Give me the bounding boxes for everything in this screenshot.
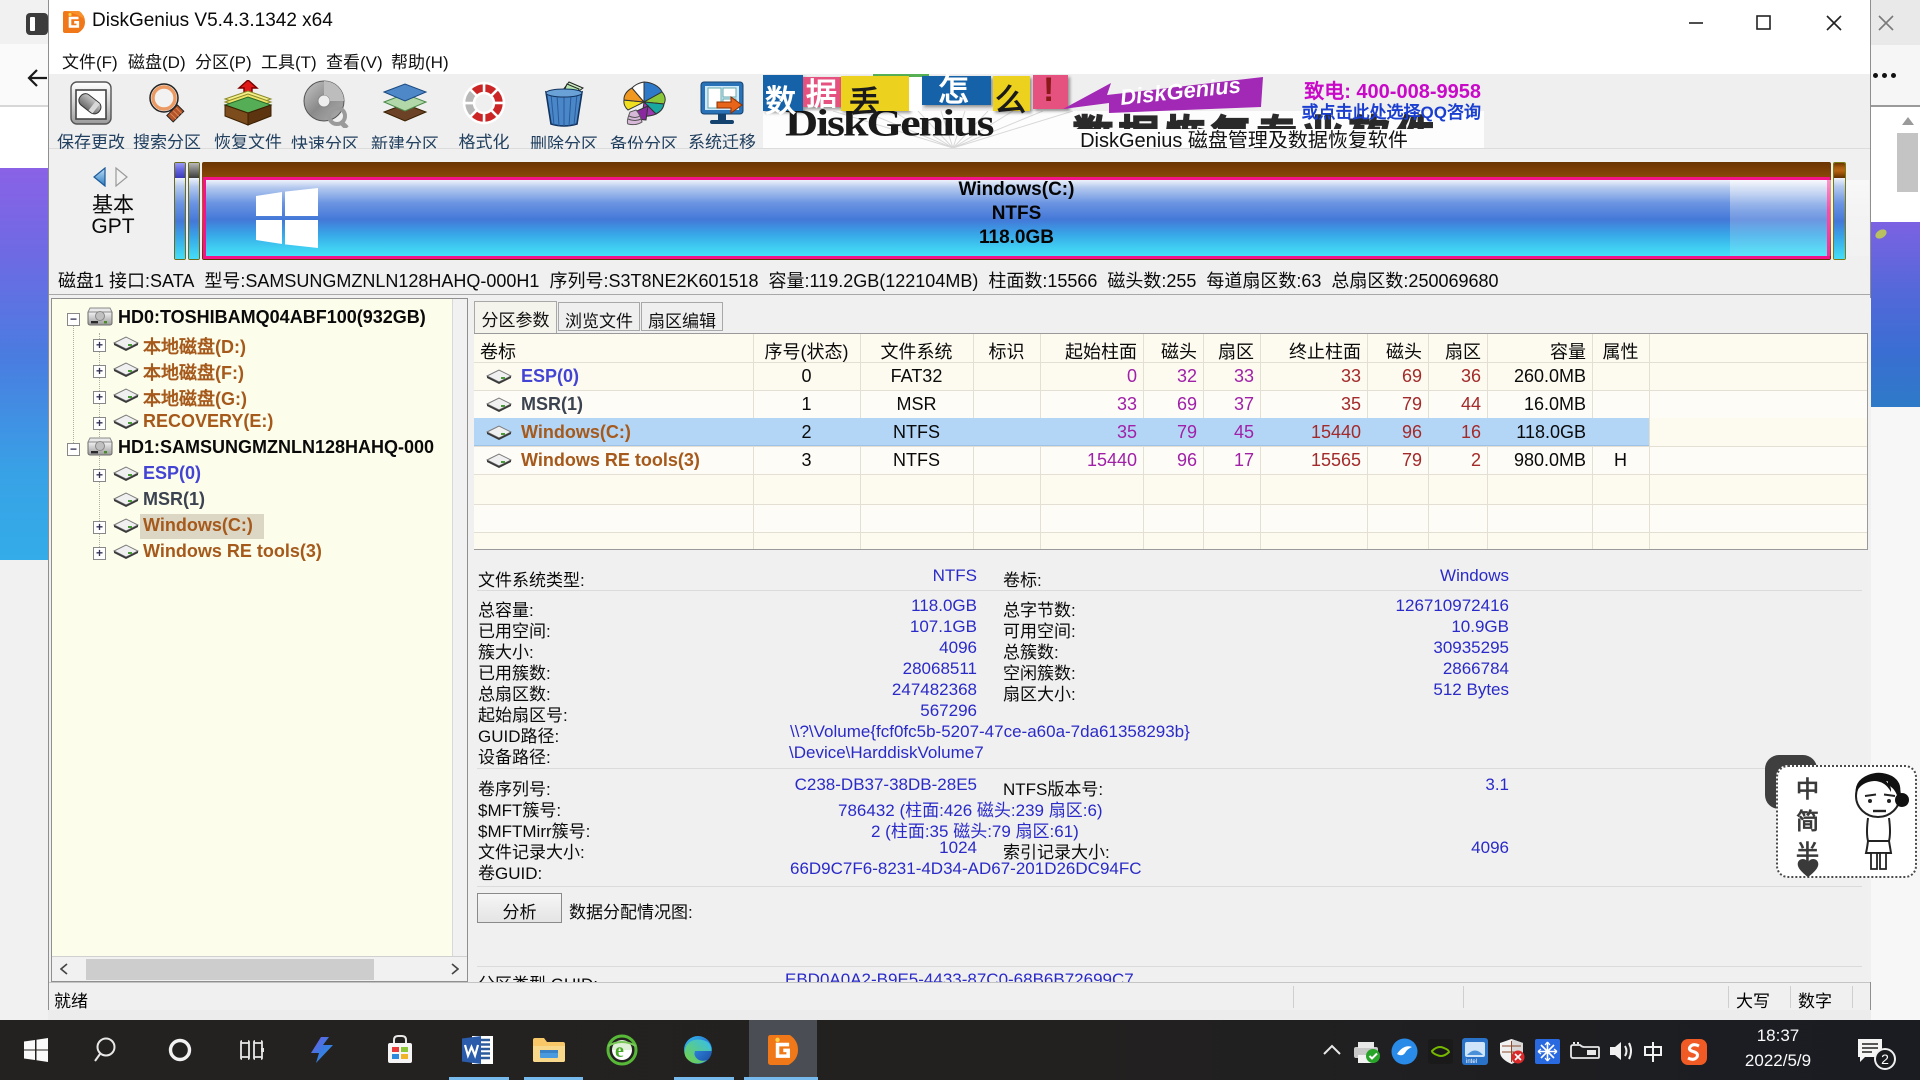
- svg-text:intel: intel: [1466, 1059, 1477, 1065]
